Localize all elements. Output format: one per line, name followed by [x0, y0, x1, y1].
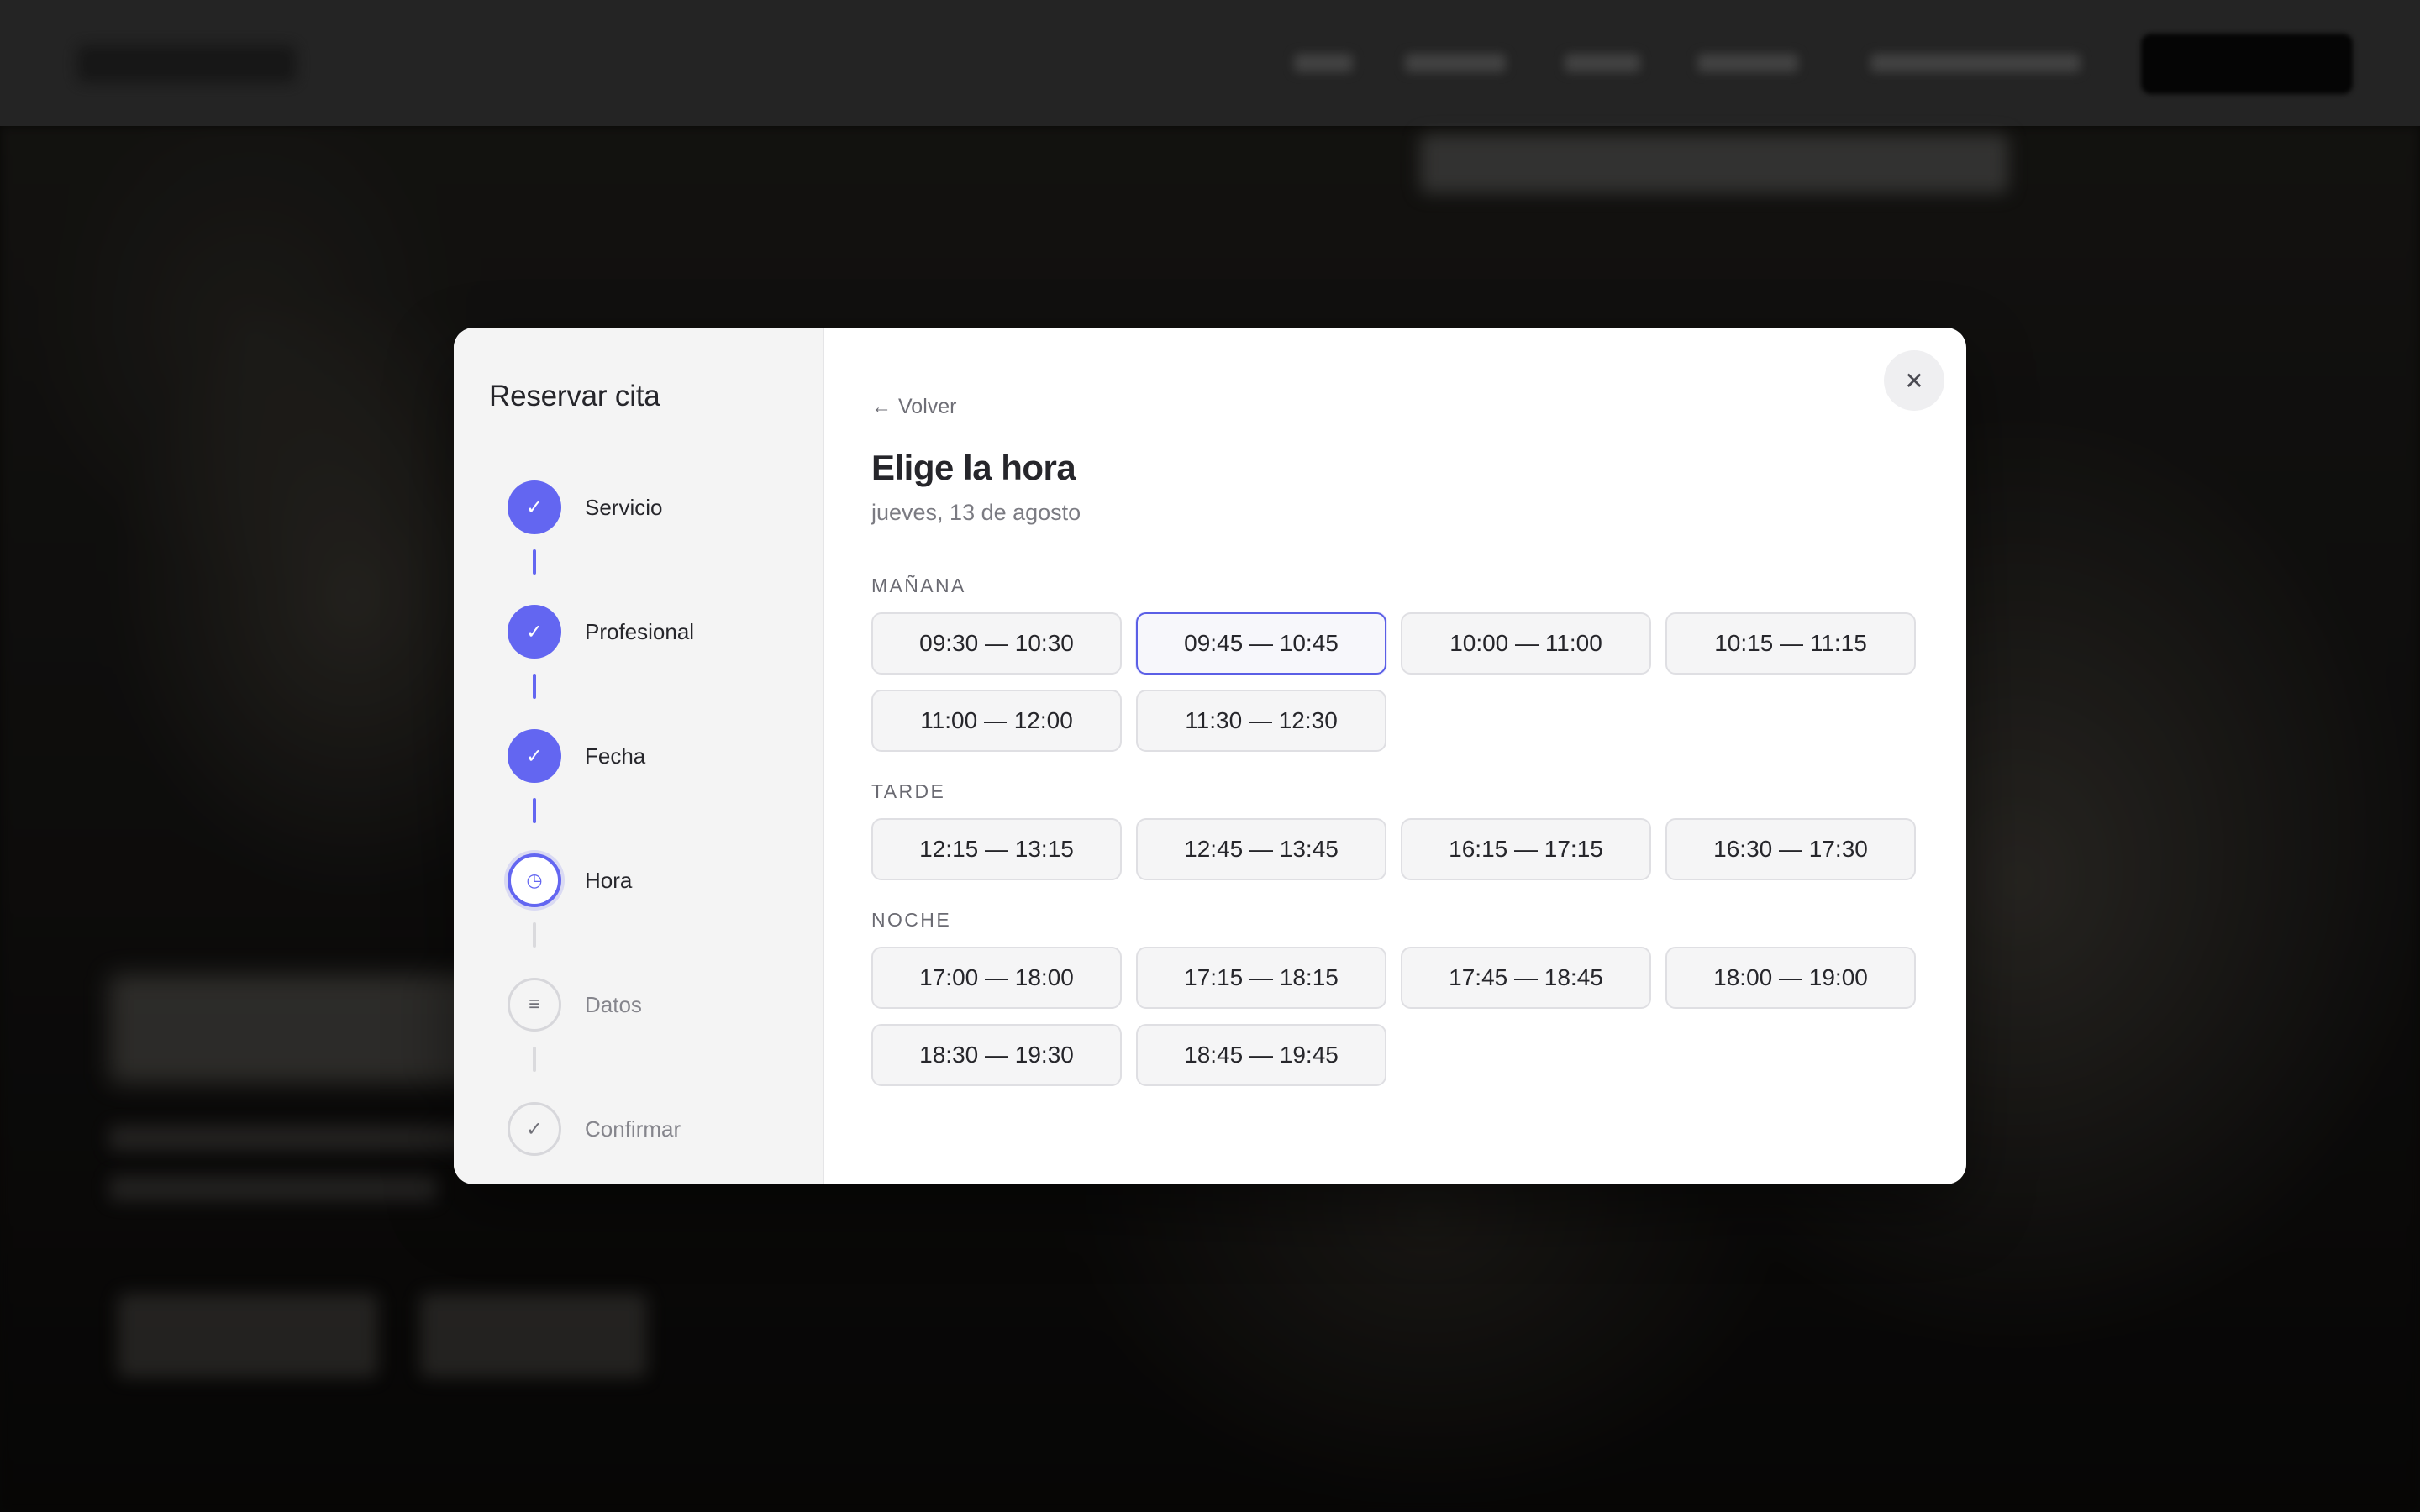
time-slot[interactable]: 10:00 — 11:00 [1401, 612, 1651, 675]
time-slot[interactable]: 18:30 — 19:30 [871, 1024, 1122, 1086]
time-slot[interactable]: 16:30 — 17:30 [1665, 818, 1916, 880]
slot-grid: 12:15 — 13:15 12:45 — 13:45 16:15 — 17:15 1… [871, 818, 1966, 880]
step-connector [533, 922, 536, 948]
step-label: Hora [585, 867, 633, 893]
step-connector [533, 1047, 536, 1072]
page-title: Elige la hora [871, 448, 1076, 487]
time-slot[interactable]: 16:15 — 17:15 [1401, 818, 1651, 880]
step-hora: ◷ Hora [508, 853, 785, 907]
step-status-circle: ✓ [508, 480, 561, 534]
step-label: Profesional [585, 618, 695, 644]
step-status-circle: ✓ [508, 729, 561, 783]
step-label: Datos [585, 991, 642, 1017]
time-slot-selected[interactable]: 09:45 — 10:45 [1136, 612, 1386, 675]
section-night: NOCHE 17:00 — 18:00 17:15 — 18:15 17:45 — … [871, 909, 1966, 1086]
step-confirmar: ✓ Confirmar [508, 1102, 785, 1156]
section-morning: MAÑANA 09:30 — 10:30 09:45 — 10:45 10:00 —… [871, 575, 1966, 752]
section-afternoon: TARDE 12:15 — 13:15 12:45 — 13:45 16:15 — … [871, 780, 1966, 880]
section-title: NOCHE [871, 909, 952, 931]
check-icon: ✓ [525, 496, 544, 519]
check-icon: ✓ [525, 1117, 544, 1141]
step-status-circle: ≡ [508, 978, 561, 1032]
step-status-circle: ✓ [508, 605, 561, 659]
check-icon: ✓ [525, 744, 544, 768]
booking-modal: Reservar cita ✓ Servicio ✓ Profesional ✓ Fech… [454, 328, 1966, 1184]
step-connector [533, 549, 536, 575]
time-slot[interactable]: 17:45 — 18:45 [1401, 947, 1651, 1009]
step-connector [533, 798, 536, 823]
sidebar-title: Reservar cita [489, 380, 660, 412]
time-slot[interactable]: 11:30 — 12:30 [1136, 690, 1386, 752]
back-link[interactable]: ← Volver [871, 395, 956, 419]
step-profesional[interactable]: ✓ Profesional [508, 605, 785, 659]
steps-sidebar: Reservar cita ✓ Servicio ✓ Profesional ✓ Fech… [454, 328, 824, 1184]
close-button[interactable]: ✕ [1884, 350, 1944, 411]
step-connector [533, 674, 536, 699]
back-label: Volver [898, 395, 957, 418]
step-fecha[interactable]: ✓ Fecha [508, 729, 785, 783]
section-title: MAÑANA [871, 575, 966, 596]
section-title: TARDE [871, 780, 946, 802]
time-picker-panel: ✕ ← Volver Elige la hora jueves, 13 de a… [824, 328, 1966, 1184]
time-slot[interactable]: 12:45 — 13:45 [1136, 818, 1386, 880]
time-slot[interactable]: 18:45 — 19:45 [1136, 1024, 1386, 1086]
time-slot[interactable]: 17:00 — 18:00 [871, 947, 1122, 1009]
clock-icon: ◷ [526, 869, 543, 890]
step-label: Servicio [585, 494, 663, 520]
time-slot[interactable]: 09:30 — 10:30 [871, 612, 1122, 675]
check-icon: ✓ [525, 620, 544, 643]
selected-date: jueves, 13 de agosto [871, 500, 1081, 525]
close-icon: ✕ [1904, 367, 1924, 394]
time-slot[interactable]: 10:15 — 11:15 [1665, 612, 1916, 675]
time-slot[interactable]: 11:00 — 12:00 [871, 690, 1122, 752]
time-slot[interactable]: 17:15 — 18:15 [1136, 947, 1386, 1009]
slot-grid: 17:00 — 18:00 17:15 — 18:15 17:45 — 18:45 1… [871, 947, 1966, 1086]
step-status-circle: ✓ [508, 1102, 561, 1156]
step-datos: ≡ Datos [508, 978, 785, 1032]
arrow-left-icon: ← [871, 395, 892, 418]
step-status-circle: ◷ [508, 853, 561, 907]
time-slot[interactable]: 18:00 — 19:00 [1665, 947, 1916, 1009]
step-label: Confirmar [585, 1116, 681, 1142]
step-servicio[interactable]: ✓ Servicio [508, 480, 785, 534]
time-slot[interactable]: 12:15 — 13:15 [871, 818, 1122, 880]
slot-grid: 09:30 — 10:30 09:45 — 10:45 10:00 — 11:00 1… [871, 612, 1966, 752]
lines-icon: ≡ [528, 993, 540, 1016]
step-label: Fecha [585, 743, 646, 769]
